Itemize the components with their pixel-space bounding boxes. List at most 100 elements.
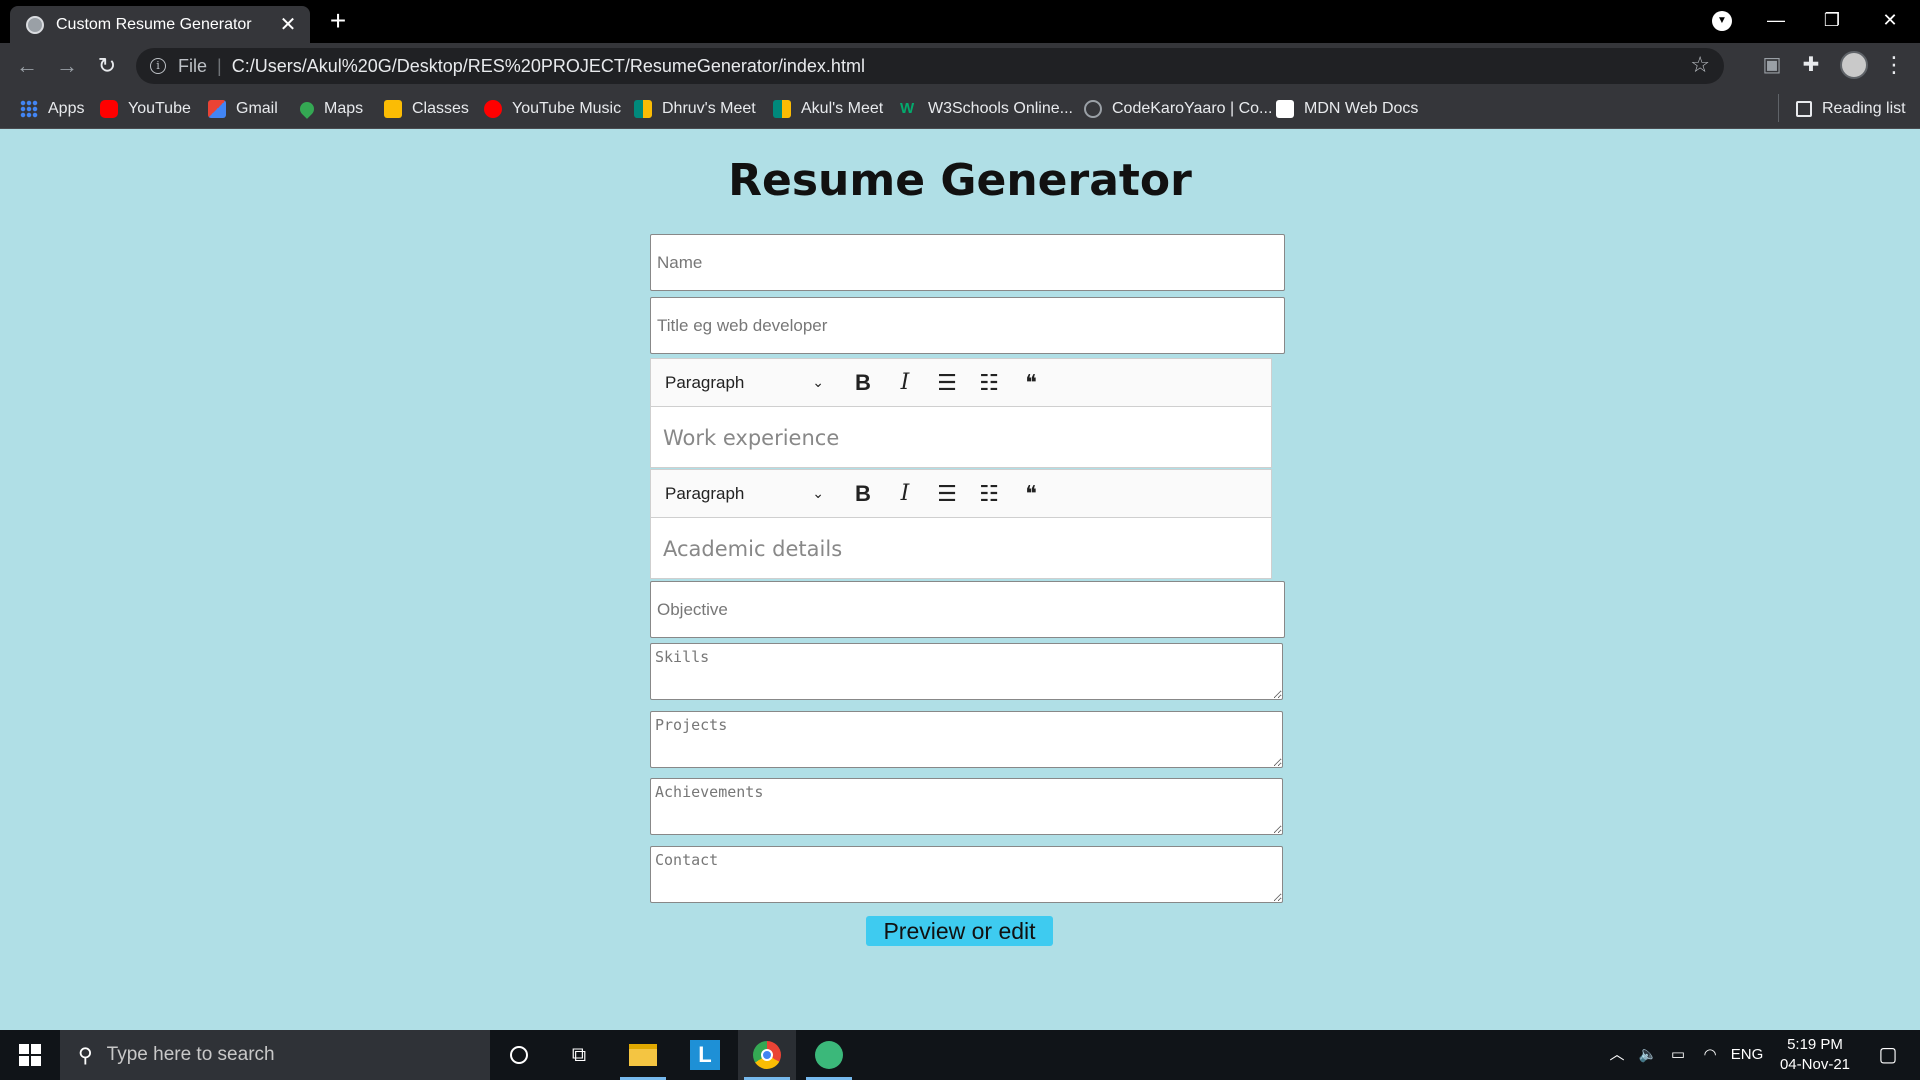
bulleted-list-button[interactable]: ☰ bbox=[926, 365, 968, 401]
numbered-list-button[interactable]: ☷ bbox=[968, 476, 1010, 512]
bold-button[interactable]: B bbox=[842, 476, 884, 512]
bookmark-label: Akul's Meet bbox=[801, 100, 884, 117]
block-format-dropdown[interactable]: Paragraph ⌄ bbox=[665, 373, 830, 393]
italic-button[interactable]: I bbox=[884, 476, 926, 512]
bookmark-dhruvs-meet[interactable]: Dhruv's Meet bbox=[634, 96, 756, 122]
italic-button[interactable]: I bbox=[884, 365, 926, 401]
tab-title: Custom Resume Generator bbox=[56, 15, 252, 33]
l-app-icon: L bbox=[690, 1040, 720, 1070]
puzzle-icon[interactable]: ✚ bbox=[1796, 50, 1826, 80]
page-title: Resume Generator bbox=[728, 155, 1192, 206]
task-view-icon: ⧉ bbox=[571, 1043, 587, 1066]
language-indicator[interactable]: ENG bbox=[1728, 1030, 1766, 1080]
bookmark-star-icon[interactable]: ☆ bbox=[1690, 52, 1710, 78]
globe-icon bbox=[26, 15, 44, 34]
chevron-down-icon: ⌄ bbox=[812, 485, 824, 501]
bookmark-label: CodeKaroYaaro | Co... bbox=[1112, 100, 1273, 117]
block-quote-button[interactable]: ❝ bbox=[1010, 476, 1052, 512]
l-app[interactable]: L bbox=[676, 1030, 734, 1080]
preview-or-edit-button[interactable]: Preview or edit bbox=[866, 916, 1053, 946]
gmail-icon bbox=[208, 100, 226, 118]
bookmark-mdn[interactable]: MDN Web Docs bbox=[1276, 96, 1418, 122]
name-input[interactable] bbox=[650, 234, 1285, 291]
bulleted-list-button[interactable]: ☰ bbox=[926, 476, 968, 512]
editor-toolbar: Paragraph ⌄ B I ☰ ☷ ❝ bbox=[651, 470, 1271, 518]
clock-date: 04-Nov-21 bbox=[1779, 1056, 1851, 1073]
info-icon[interactable]: i bbox=[150, 58, 166, 74]
media-control-icon[interactable]: ▼ bbox=[1712, 11, 1732, 31]
windows-taskbar: ⚲ Type here to search ⧉ L ︿ 🔈 ▭ ◠ ENG 5:… bbox=[0, 1030, 1920, 1080]
achievements-textarea[interactable] bbox=[650, 778, 1283, 835]
bookmark-codekaroyaaro[interactable]: CodeKaroYaaro | Co... bbox=[1084, 96, 1272, 122]
chrome-icon bbox=[753, 1041, 781, 1069]
folder-icon bbox=[629, 1044, 657, 1066]
window-close-button[interactable]: ✕ bbox=[1862, 0, 1918, 40]
bookmark-maps[interactable]: Maps bbox=[297, 96, 363, 122]
globe-icon bbox=[1084, 100, 1102, 118]
notification-center-icon[interactable]: ▢ bbox=[1868, 1030, 1908, 1080]
block-quote-button[interactable]: ❝ bbox=[1010, 365, 1052, 401]
extension-icon[interactable]: ▣ bbox=[1757, 50, 1787, 80]
block-format-dropdown[interactable]: Paragraph ⌄ bbox=[665, 484, 830, 504]
block-format-label: Paragraph bbox=[665, 483, 745, 503]
active-tab[interactable]: Custom Resume Generator ✕ bbox=[10, 6, 310, 43]
objective-input[interactable] bbox=[650, 581, 1285, 638]
cortana-button[interactable] bbox=[490, 1030, 548, 1080]
academic-details-content[interactable]: Academic details bbox=[651, 518, 1271, 579]
more-menu-icon[interactable]: ⋮ bbox=[1882, 50, 1906, 80]
bookmark-classes[interactable]: Classes bbox=[384, 96, 469, 122]
profile-avatar[interactable] bbox=[1840, 51, 1868, 79]
task-view-button[interactable]: ⧉ bbox=[550, 1030, 608, 1080]
bookmark-youtube[interactable]: YouTube bbox=[100, 96, 191, 122]
forward-button[interactable]: → bbox=[50, 49, 84, 83]
wifi-icon[interactable]: ◠ bbox=[1696, 1030, 1724, 1080]
start-button[interactable] bbox=[0, 1030, 60, 1080]
bookmark-label: MDN Web Docs bbox=[1304, 100, 1419, 117]
clock-time: 5:19 PM bbox=[1787, 1036, 1843, 1053]
page-content: Resume Generator Paragraph ⌄ B I ☰ ☷ ❝ W… bbox=[0, 129, 1920, 1030]
bookmark-gmail[interactable]: Gmail bbox=[208, 96, 278, 122]
editor-toolbar: Paragraph ⌄ B I ☰ ☷ ❝ bbox=[651, 359, 1271, 407]
bookmark-apps[interactable]: Apps bbox=[20, 96, 84, 122]
atom-icon bbox=[815, 1041, 843, 1069]
back-button[interactable]: ← bbox=[10, 49, 44, 83]
system-clock[interactable]: 5:19 PM 04-Nov-21 bbox=[1770, 1035, 1860, 1075]
block-format-label: Paragraph bbox=[665, 372, 745, 392]
work-experience-content[interactable]: Work experience bbox=[651, 407, 1271, 468]
new-tab-button[interactable]: + bbox=[325, 6, 351, 36]
chrome-app[interactable] bbox=[738, 1030, 796, 1080]
bookmark-youtube-music[interactable]: YouTube Music bbox=[484, 96, 621, 122]
battery-icon[interactable]: ▭ bbox=[1664, 1030, 1692, 1080]
bookmark-label: YouTube bbox=[128, 100, 191, 117]
bookmark-label: Dhruv's Meet bbox=[662, 100, 756, 117]
atom-app[interactable] bbox=[800, 1030, 858, 1080]
address-bar[interactable]: i File | C:/Users/Akul%20G/Desktop/RES%2… bbox=[136, 48, 1724, 84]
tab-close-button[interactable]: ✕ bbox=[278, 12, 298, 37]
numbered-list-button[interactable]: ☷ bbox=[968, 365, 1010, 401]
minimize-button[interactable]: — bbox=[1748, 0, 1804, 40]
projects-textarea[interactable] bbox=[650, 711, 1283, 768]
windows-logo-icon bbox=[19, 1056, 29, 1066]
youtube-icon bbox=[100, 100, 118, 118]
bold-button[interactable]: B bbox=[842, 365, 884, 401]
restore-button[interactable]: ❐ bbox=[1804, 0, 1860, 40]
browser-toolbar: ← → ↻ i File | C:/Users/Akul%20G/Desktop… bbox=[0, 43, 1920, 88]
contact-textarea[interactable] bbox=[650, 846, 1283, 903]
bookmark-akuls-meet[interactable]: Akul's Meet bbox=[773, 96, 883, 122]
taskbar-search-box[interactable]: ⚲ Type here to search bbox=[60, 1030, 490, 1080]
job-title-input[interactable] bbox=[650, 297, 1285, 354]
classroom-icon bbox=[384, 100, 402, 118]
file-explorer-app[interactable] bbox=[614, 1030, 672, 1080]
windows-logo-icon bbox=[31, 1044, 41, 1054]
show-hidden-icons-button[interactable]: ︿ bbox=[1604, 1030, 1630, 1080]
volume-icon[interactable]: 🔈 bbox=[1634, 1030, 1662, 1080]
bookmark-label: YouTube Music bbox=[512, 100, 622, 117]
bookmark-w3schools[interactable]: W W3Schools Online... bbox=[900, 96, 1073, 122]
skills-textarea[interactable] bbox=[650, 643, 1283, 700]
tab-strip: Custom Resume Generator ✕ + ▼ — ❐ ✕ bbox=[0, 0, 1920, 43]
reading-list-button[interactable]: Reading list bbox=[1796, 96, 1906, 122]
w3schools-icon: W bbox=[900, 100, 915, 117]
windows-logo-icon bbox=[31, 1056, 41, 1066]
reload-button[interactable]: ↻ bbox=[90, 49, 124, 83]
url-text[interactable]: C:/Users/Akul%20G/Desktop/RES%20PROJECT/… bbox=[232, 56, 865, 77]
